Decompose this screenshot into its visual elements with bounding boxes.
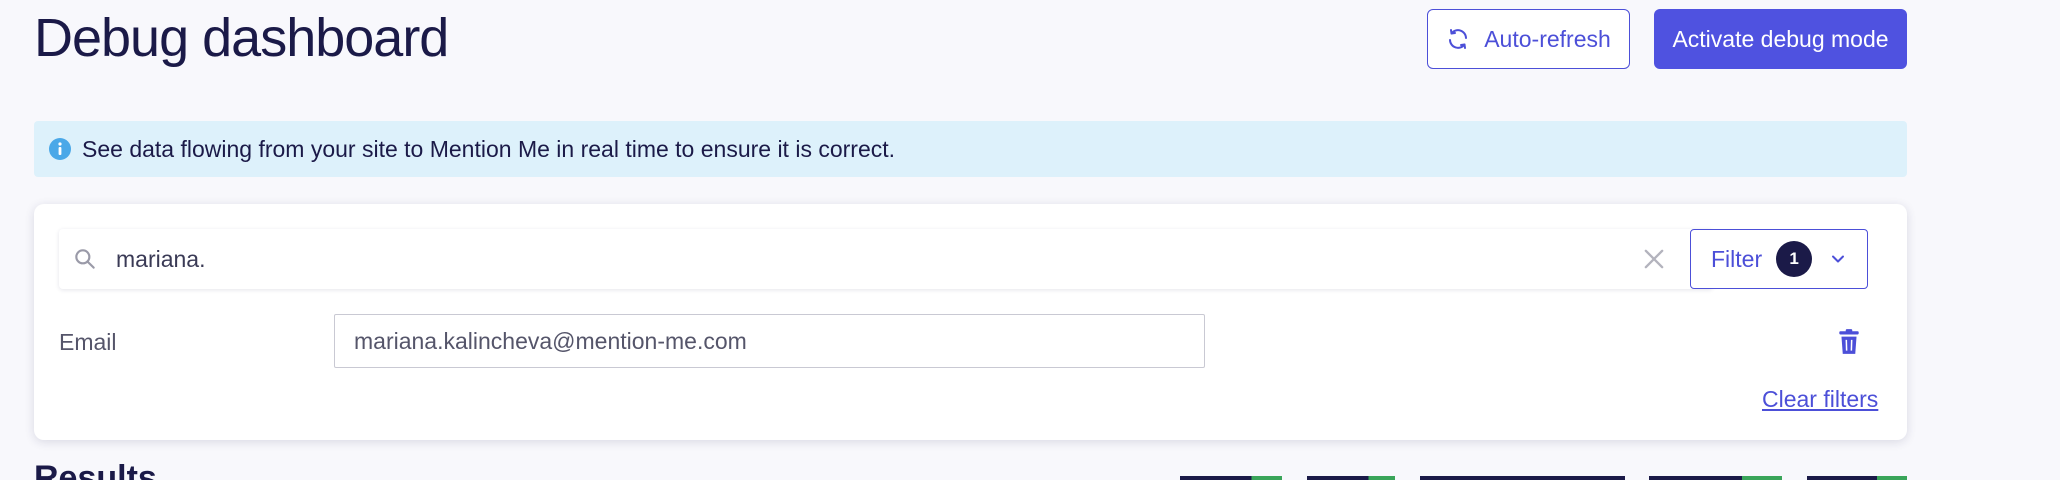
refresh-icon [1446, 27, 1470, 51]
info-banner-text: See data flowing from your site to Menti… [82, 135, 896, 162]
filter-button[interactable]: Filter 1 [1690, 229, 1868, 289]
activate-debug-label: Activate debug mode [1672, 25, 1889, 52]
filter-card: mariana. Filter 1 Email mariana.kalinche… [34, 204, 1907, 440]
email-filter-field[interactable] [334, 314, 1205, 368]
results-tab-1[interactable] [1180, 476, 1282, 480]
search-input[interactable]: mariana. [59, 229, 1713, 289]
filter-count-badge: 1 [1776, 241, 1813, 277]
results-heading: Results [34, 459, 157, 480]
filter-label: Filter [1711, 245, 1763, 272]
trash-icon[interactable] [1836, 328, 1862, 356]
search-icon [72, 246, 98, 272]
results-tab-3[interactable] [1420, 476, 1625, 480]
auto-refresh-label: Auto-refresh [1484, 25, 1611, 52]
activate-debug-mode-button[interactable]: Activate debug mode [1654, 9, 1907, 69]
debug-dashboard-page: Debug dashboard Auto-refresh Activate de… [0, 0, 2060, 480]
page-title: Debug dashboard [34, 8, 449, 68]
search-value: mariana. [116, 245, 206, 272]
results-tab-5[interactable] [1807, 476, 1907, 480]
results-tab-4[interactable] [1649, 476, 1782, 480]
info-icon [48, 137, 72, 161]
close-icon[interactable] [1640, 245, 1668, 273]
chevron-down-icon [1828, 249, 1848, 269]
info-banner: See data flowing from your site to Menti… [34, 121, 1907, 177]
clear-filters-link[interactable]: Clear filters [1762, 386, 1878, 413]
email-filter-label: Email [59, 329, 117, 355]
auto-refresh-button[interactable]: Auto-refresh [1427, 9, 1630, 69]
results-tab-2[interactable] [1307, 476, 1395, 480]
